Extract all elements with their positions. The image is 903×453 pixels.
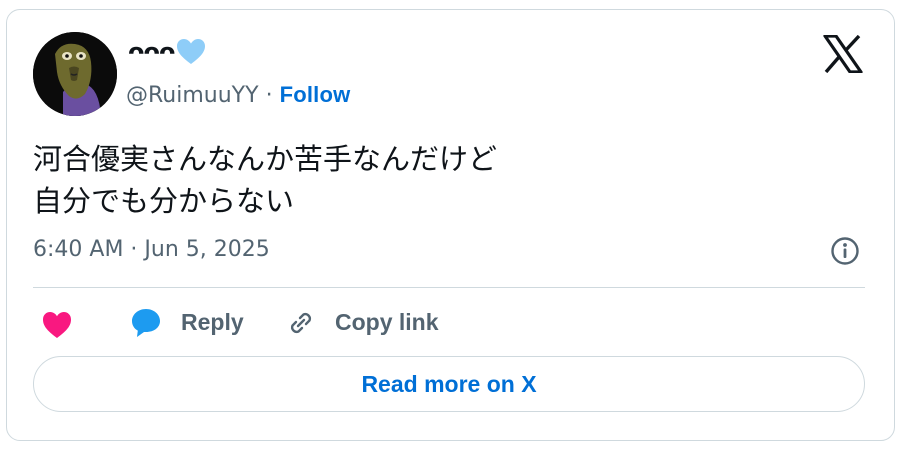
author-name-row[interactable]: ᴖᴖᴖ <box>128 36 206 68</box>
avatar[interactable] <box>33 32 117 116</box>
separator-dot: · <box>265 83 273 108</box>
avatar-image <box>33 32 117 116</box>
read-more-label: Read more on X <box>361 370 537 397</box>
link-icon[interactable] <box>285 307 317 339</box>
heart-icon[interactable] <box>41 310 73 340</box>
divider <box>33 287 865 288</box>
display-name[interactable]: ᴖᴖᴖ <box>128 36 175 68</box>
reply-button[interactable]: Reply <box>181 306 244 338</box>
tweet-text: 河合優実さんなんか苦手なんだけど 自分でも分からない <box>33 138 853 222</box>
copy-link-button[interactable]: Copy link <box>335 306 439 338</box>
handle-row: @RuimuuYY · Follow <box>126 80 350 111</box>
speech-bubble-icon[interactable] <box>129 306 163 338</box>
info-icon[interactable] <box>830 236 860 266</box>
follow-button[interactable]: Follow <box>280 82 351 107</box>
tweet-text-line: 自分でも分からない <box>33 184 295 218</box>
tweet-timestamp[interactable]: 6:40 AM · Jun 5, 2025 <box>33 235 270 265</box>
read-more-button[interactable]: Read more on X <box>33 356 865 412</box>
tweet-text-line: 河合優実さんなんか苦手なんだけど <box>33 142 498 176</box>
x-logo-icon[interactable] <box>823 35 863 73</box>
light-blue-heart-icon <box>177 39 206 64</box>
author-handle[interactable]: @RuimuuYY <box>126 83 259 108</box>
